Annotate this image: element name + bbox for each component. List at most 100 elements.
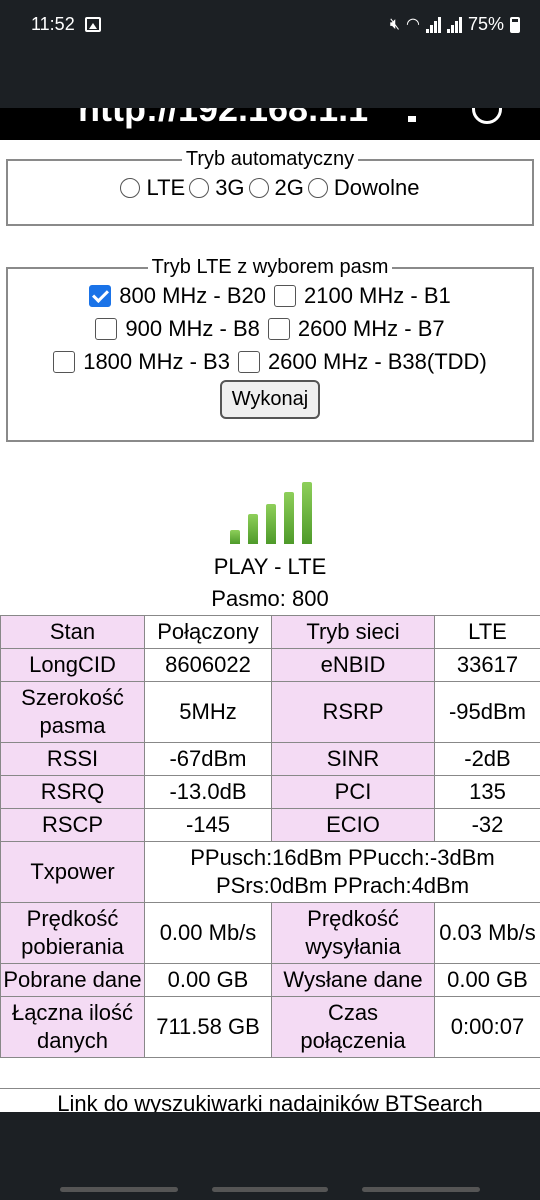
tx-line-2: PSrs:0dBm PPrach:4dBm <box>215 873 470 898</box>
ul-data-label: Wysłane dane <box>271 963 435 997</box>
table-row: Txpower PPusch:16dBm PPucch:-3dBm PSrs:0… <box>0 841 540 903</box>
band-b20-label: 800 MHz - B20 <box>119 282 266 308</box>
band-row-2: 900 MHz - B8 2600 MHz - B7 <box>8 312 532 345</box>
band-b1-checkbox[interactable] <box>274 284 296 307</box>
radio-lte[interactable]: LTE <box>120 175 185 201</box>
radio-2g-control[interactable] <box>248 178 269 198</box>
tx-label: Txpower <box>0 841 145 903</box>
nav-back-handle[interactable] <box>362 1187 480 1192</box>
radio-any-control[interactable] <box>307 178 328 198</box>
band-b20[interactable]: 800 MHz - B20 <box>89 283 266 309</box>
band-b7-checkbox[interactable] <box>267 317 290 340</box>
rsrq-value: -13.0dB <box>144 775 272 809</box>
band-b1-label: 2100 MHz - B1 <box>304 282 451 308</box>
band-b8-checkbox[interactable] <box>95 317 118 340</box>
ul-data-value: 0.00 GB <box>434 963 540 997</box>
ul-speed-label: Prędkość wysyłania <box>271 902 435 964</box>
table-row: Łączna ilość danych 711.58 GB Czas połąc… <box>0 996 540 1058</box>
table-row: LongCID 8606022 eNBID 33617 <box>0 648 540 682</box>
table-row: Pobrane dane 0.00 GB Wysłane dane 0.00 G… <box>0 963 540 997</box>
band-b3[interactable]: 1800 MHz - B3 <box>53 349 230 375</box>
ul-speed-value: 0.03 Mb/s <box>434 902 540 964</box>
rscp-label: RSCP <box>0 808 145 842</box>
btsearch-link[interactable]: Link do wyszukiwarki nadajników BTSearch <box>0 1088 540 1112</box>
bw-label: Szerokość pasma <box>0 681 145 743</box>
band-b20-checkbox[interactable] <box>89 284 112 307</box>
time-label: Czas połączenia <box>271 996 435 1058</box>
bw-value: 5MHz <box>144 681 272 743</box>
table-row: Prędkość pobierania 0.00 Mb/s Prędkość w… <box>0 902 540 964</box>
signal-icon <box>425 16 441 33</box>
band-b8[interactable]: 900 MHz - B8 <box>95 316 260 342</box>
auto-mode-options: LTE 3G 2G Dowolne <box>8 175 532 201</box>
dl-speed-label: Prędkość pobierania <box>0 902 145 964</box>
mute-icon: 🔇︎ <box>389 15 400 33</box>
longcid-value: 8606022 <box>144 648 272 682</box>
execute-button[interactable]: Wykonaj <box>219 380 321 419</box>
lte-bands-legend: Tryb LTE z wyborem pasm <box>151 256 389 278</box>
stan-value: Połączony <box>144 615 272 649</box>
menu-icon[interactable] <box>472 108 502 124</box>
radio-2g-label: 2G <box>274 175 304 200</box>
radio-lte-label: LTE <box>146 175 186 200</box>
wifi-icon: ◠ <box>406 15 420 33</box>
sinr-label: SINR <box>271 742 435 776</box>
band-row-3: 1800 MHz - B3 2600 MHz - B38(TDD) <box>8 345 532 378</box>
radio-lte-control[interactable] <box>120 178 141 198</box>
band-b38-checkbox[interactable] <box>237 350 260 373</box>
radio-3g[interactable]: 3G <box>189 175 245 201</box>
web-page: Tryb automatyczny LTE 3G 2G Dowolne Tryb… <box>0 140 540 1112</box>
battery-icon <box>510 16 520 33</box>
radio-2g[interactable]: 2G <box>248 175 304 201</box>
url-field[interactable]: http://192.168.1.1 <box>78 108 368 130</box>
tryb-label: Tryb sieci <box>271 615 435 649</box>
status-table: Stan Połączony Tryb sieci LTE LongCID 86… <box>0 615 540 1058</box>
dl-data-label: Pobrane dane <box>0 963 145 997</box>
ecio-label: ECIO <box>271 808 435 842</box>
signal-strength-icon <box>228 478 312 544</box>
submit-wrap: Wykonaj <box>8 380 532 419</box>
table-row: Szerokość pasma 5MHz RSRP -95dBm <box>0 681 540 743</box>
tab-indicator-icon[interactable] <box>408 116 416 122</box>
dl-data-value: 0.00 GB <box>144 963 272 997</box>
operator-band: Pasmo: 800 <box>211 586 329 611</box>
table-row: Stan Połączony Tryb sieci LTE <box>0 615 540 649</box>
operator-name: PLAY - LTE <box>213 554 327 579</box>
band-row-1: 800 MHz - B20 2100 MHz - B1 <box>8 279 532 312</box>
rssi-label: RSSI <box>0 742 145 776</box>
tx-value: PPusch:16dBm PPucch:-3dBm PSrs:0dBm PPra… <box>144 841 540 903</box>
nav-recents-handle[interactable] <box>60 1187 178 1192</box>
band-b38[interactable]: 2600 MHz - B38(TDD) <box>237 348 487 375</box>
radio-3g-control[interactable] <box>189 178 210 198</box>
table-row: RSSI -67dBm SINR -2dB <box>0 742 540 776</box>
auto-mode-legend: Tryb automatyczny <box>185 148 355 170</box>
nav-home-handle[interactable] <box>212 1187 328 1192</box>
total-label: Łączna ilość danych <box>0 996 145 1058</box>
radio-any[interactable]: Dowolne <box>307 175 420 201</box>
enbid-value: 33617 <box>434 648 540 682</box>
band-b8-label: 900 MHz - B8 <box>125 315 260 341</box>
tryb-value: LTE <box>434 615 540 649</box>
signal-icon-2 <box>446 16 462 33</box>
url-strip: http://192.168.1.1 <box>0 108 540 140</box>
battery-percent: 75% <box>467 14 504 34</box>
band-b7[interactable]: 2600 MHz - B7 <box>267 316 445 342</box>
status-icons: 🔇︎ ◠ 75% <box>390 14 520 35</box>
tx-line-1: PPusch:16dBm PPucch:-3dBm <box>190 845 495 870</box>
radio-3g-label: 3G <box>215 175 245 200</box>
table-row: RSCP -145 ECIO -32 <box>0 808 540 842</box>
rssi-value: -67dBm <box>144 742 272 776</box>
navigation-bar <box>0 1112 540 1200</box>
time-value: 0:00:07 <box>434 996 540 1058</box>
band-b1[interactable]: 2100 MHz - B1 <box>274 283 451 309</box>
table-row: RSRQ -13.0dB PCI 135 <box>0 775 540 809</box>
band-b3-checkbox[interactable] <box>53 350 76 373</box>
rsrp-value: -95dBm <box>434 681 540 743</box>
band-b38-label: 2600 MHz - B38(TDD) <box>267 348 487 374</box>
auto-mode-fieldset: Tryb automatyczny LTE 3G 2G Dowolne <box>6 148 534 226</box>
pci-value: 135 <box>434 775 540 809</box>
lte-bands-fieldset: Tryb LTE z wyborem pasm 800 MHz - B20 21… <box>6 256 534 442</box>
radio-any-label: Dowolne <box>333 175 420 200</box>
rscp-value: -145 <box>144 808 272 842</box>
sinr-value: -2dB <box>434 742 540 776</box>
